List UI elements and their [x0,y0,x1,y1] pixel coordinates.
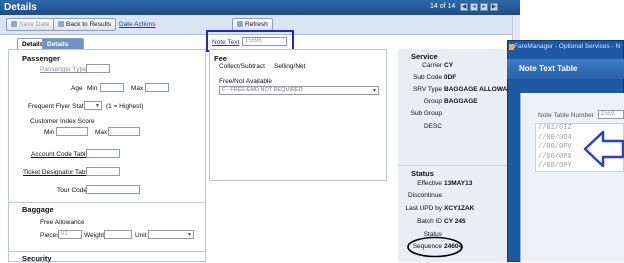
fare-manager-title: FareManager - Optional Services - N [514,43,621,50]
group-label: Group [423,98,442,105]
age-min-label: Min [87,85,98,92]
sub-group-label: Sub Group [410,110,442,117]
age-max-label: Max [131,85,144,92]
sequence-label: Sequence [412,243,442,250]
carrier-label: Carrier [422,62,442,69]
ticket-designator-input[interactable] [86,167,120,176]
note-line: //00/0PX [538,152,572,161]
prev-page-icon[interactable]: ◂ [470,3,478,11]
refresh-label: Refresh [245,21,268,28]
desc-label: DESC [423,123,442,130]
divider [8,251,206,252]
note-line: //00/0D4 [538,133,572,142]
status-heading: Status [411,169,434,178]
unit-select[interactable]: ▼ [148,230,194,239]
sub-code-value: 0DF [444,74,457,81]
collect-subtract-label: Collect/Subtract [219,63,265,70]
last-updated-label: Last UPD by [405,205,443,212]
age-label: Age [71,85,83,92]
tour-code-input[interactable] [86,185,140,194]
save-icon [11,21,17,27]
sequence-value: 24604 [444,243,463,250]
batch-id-label: Batch ID [417,218,442,225]
note-line: //00/0PV [538,143,572,151]
frequent-flyer-label: Frequent Flyer Status [28,103,91,110]
back-label: Back to Results [66,21,112,28]
carrier-value: CY [444,62,454,69]
passenger-heading: Passenger [22,54,60,63]
effective-label: Effective [417,180,442,187]
age-min-input[interactable] [100,83,124,92]
service-heading: Service [411,52,438,61]
date-actions-link[interactable]: Date Actions [119,21,156,28]
save-button[interactable]: Save Date [6,18,55,31]
note-table-number-label: Note Table Number [538,112,594,119]
srv-type-label: SRV Type [412,86,442,93]
first-page-icon[interactable]: ◀ [460,3,468,11]
chevron-down-icon: ▼ [95,103,100,109]
page-info: 14 of 14 [430,3,456,10]
group-value: BAGGAGE [444,98,478,105]
note-line: //00/0PY [538,162,572,170]
note-lines: //01/0IZ //00/0D4 //00/0PV //00/0PX //00… [538,124,572,172]
last-updated-value: XCY1ZAK [444,205,475,212]
free-not-available-select[interactable]: F - FREE-EMD NOT REQUIRED ▼ [219,86,379,95]
cis-max-input[interactable] [108,127,140,136]
note-text-input[interactable]: 15596 [242,37,287,46]
age-max-input[interactable] [145,83,169,92]
arrow-left-icon [583,130,624,168]
weight-input[interactable] [104,230,132,239]
save-label: Save Date [19,21,50,28]
note-table-number-input[interactable]: 1559 [598,110,624,119]
last-page-icon[interactable]: ▶ [490,3,498,11]
frequent-flyer-select[interactable]: ▼ [84,101,102,110]
pieces-label: Pieces [40,232,60,239]
divider [398,165,508,166]
cis-min-input[interactable] [56,127,88,136]
cis-max-label: Max [95,129,108,136]
customer-index-label: Customer Index Score [30,118,95,125]
weight-label: Weight [84,232,105,239]
free-not-available-label: Free/Not Available [219,78,272,85]
refresh-icon [237,21,243,27]
ticket-designator-table-link[interactable]: Ticket Designator Table [23,169,91,176]
back-icon [58,21,64,27]
sub-code-label: Sub Code [413,74,442,81]
free-allowance-label: Free Allowance [40,219,85,226]
chevron-down-icon: ▼ [187,232,192,238]
unit-label: Unit [135,232,147,239]
account-code-input[interactable] [86,149,120,158]
free-not-available-value: F - FREE-EMD NOT REQUIRED [222,87,303,93]
note-text-table-header: Note Text Table [507,59,624,79]
effective-value: 13MAY13 [444,180,473,187]
note-text-table-title: Note Text Table [519,64,578,73]
tour-code-label: Tour Code [57,187,87,194]
back-to-results-button[interactable]: Back to Results [53,18,117,31]
batch-id-value: CY 245 [444,218,466,225]
divider [8,202,206,203]
pieces-input[interactable]: 01 [58,230,82,239]
passenger-type-label[interactable]: Passenger Type [40,66,87,73]
background-area [520,0,624,40]
next-page-icon[interactable]: ▸ [480,3,488,11]
chevron-down-icon: ▼ [372,88,377,94]
selling-net-label: Selling/Net [274,63,306,70]
frequent-flyer-hint: (1 = Highest) [106,103,144,110]
account-code-table-link[interactable]: Account Code Table [31,151,89,158]
fee-heading: Fee [214,54,227,63]
window-title-bar: Details 14 of 14 ◀ ◂ ▸ ▶ [0,0,520,15]
cis-min-label: Min [44,129,55,136]
baggage-heading: Baggage [22,205,54,214]
passenger-type-input[interactable] [86,64,110,73]
srv-type-value: BAGGAGE ALLOWA [444,86,508,93]
discontinue-label: Discontinue [408,192,442,199]
tab-details-continued[interactable]: Details Continued [42,38,85,59]
note-line: //01/0IZ [538,124,572,132]
note-text-label[interactable]: Note Text [212,39,239,46]
page-title: Details [4,2,37,13]
